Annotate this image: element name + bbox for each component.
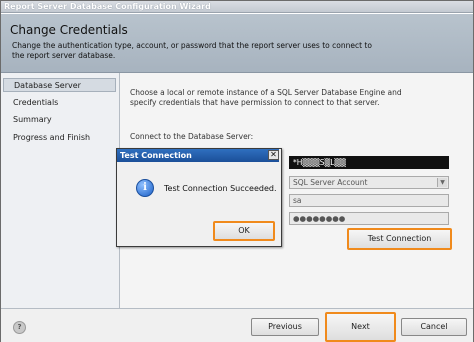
dialog-message: Test Connection Succeeded. [164,184,277,193]
page-description: Change the authentication type, account,… [12,41,372,60]
dialog-title: Test Connection [117,149,279,162]
server-name-field[interactable]: *H▒▒▒S▒L▒▒ [289,156,449,169]
cancel-button[interactable]: Cancel [401,318,467,336]
sidebar-item-progress-and-finish[interactable]: Progress and Finish [3,131,116,145]
password-field[interactable]: ●●●●●●●● [289,212,449,225]
ok-button[interactable]: OK [213,221,275,241]
content-description: Choose a local or remote instance of a S… [130,88,402,107]
connect-label: Connect to the Database Server: [130,132,254,141]
help-icon[interactable]: ? [13,321,26,334]
authentication-type-select[interactable]: SQL Server Account ▼ [289,176,449,189]
window-title: Report Server Database Configuration Wiz… [1,1,473,13]
authentication-type-value: SQL Server Account [293,178,368,187]
username-field[interactable]: sa [289,194,449,207]
close-icon[interactable]: ✕ [268,150,279,160]
next-button[interactable]: Next [325,312,396,342]
sidebar-item-summary[interactable]: Summary [3,113,116,127]
info-icon: i [136,179,154,197]
test-connection-dialog: Test Connection ✕ i Test Connection Succ… [116,148,282,247]
wizard-footer: ? Previous Next Cancel [1,308,473,342]
sidebar-item-credentials[interactable]: Credentials [3,96,116,110]
sidebar-item-database-server[interactable]: Database Server [3,78,116,92]
wizard-steps-sidebar: Database Server Credentials Summary Prog… [1,73,120,308]
test-connection-button[interactable]: Test Connection [347,228,452,250]
previous-button[interactable]: Previous [251,318,319,336]
page-title: Change Credentials [10,23,128,37]
chevron-down-icon[interactable]: ▼ [437,178,447,187]
wizard-header: Change Credentials Change the authentica… [1,14,473,73]
